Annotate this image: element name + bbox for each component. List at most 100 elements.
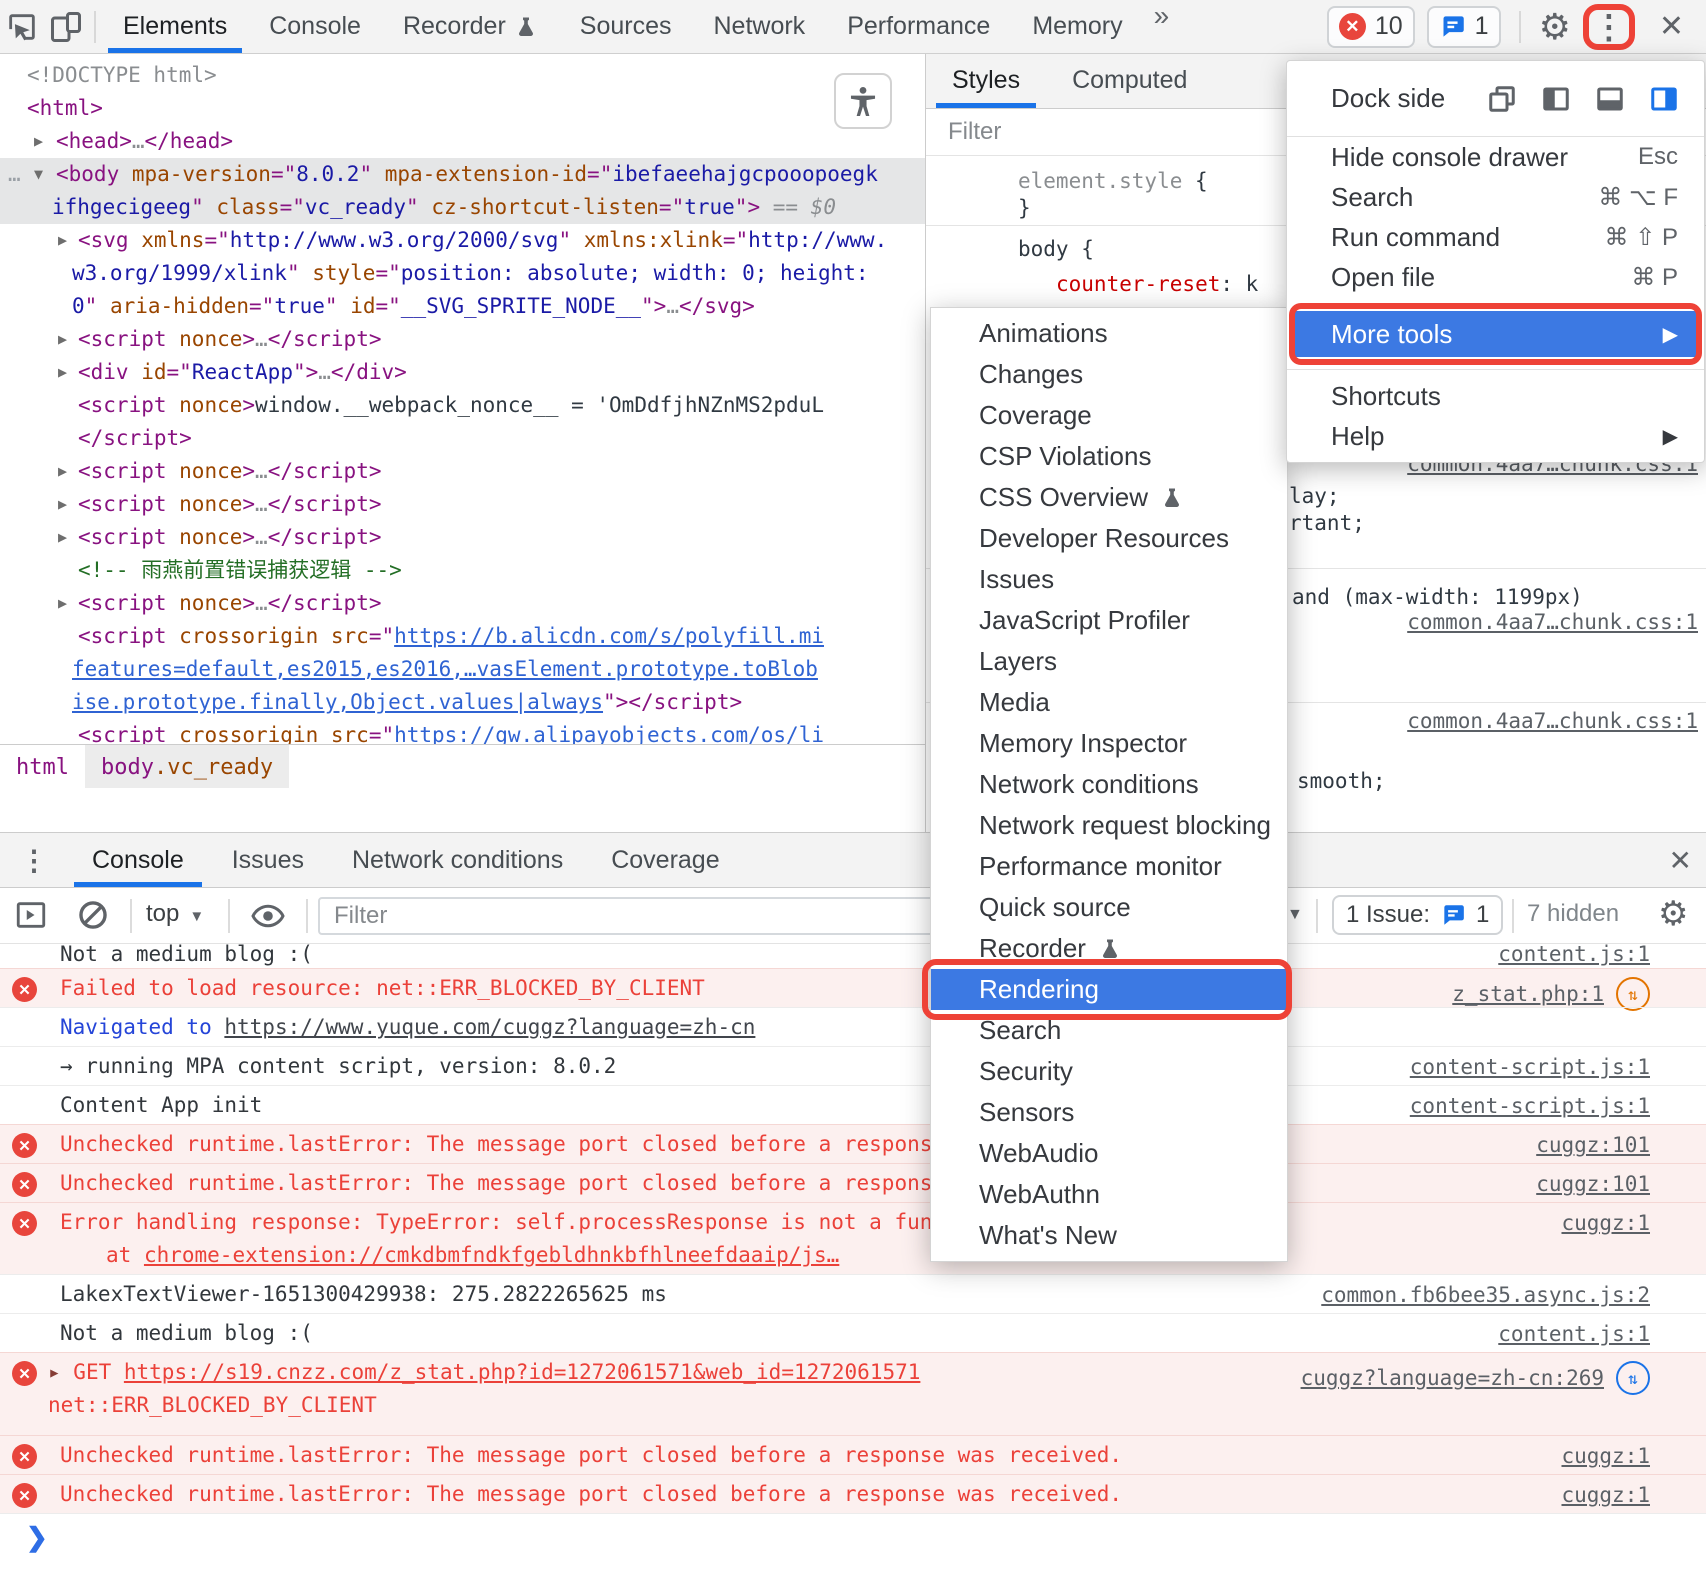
source-link[interactable]: content.js:1: [1498, 942, 1650, 966]
drawer-tab-coverage[interactable]: Coverage: [587, 833, 743, 887]
menu-item-security[interactable]: Security: [931, 1051, 1287, 1092]
settings-gear-icon[interactable]: ⚙: [1539, 9, 1571, 45]
drawer-tab-network-conditions[interactable]: Network conditions: [328, 833, 587, 887]
menu-item-search[interactable]: Search⌘ ⌥ F: [1287, 177, 1704, 217]
live-expression-eye-icon[interactable]: [250, 898, 286, 934]
expand-arrow-icon[interactable]: ▶: [58, 488, 67, 521]
menu-item-shortcuts[interactable]: Shortcuts: [1287, 376, 1704, 416]
request-initiator-icon[interactable]: ⇅: [1616, 1361, 1650, 1395]
dom-tree-node[interactable]: ▶<script nonce>…</script>: [0, 587, 925, 620]
source-link[interactable]: cuggz:1: [1561, 1211, 1650, 1235]
menu-item-what-s-new[interactable]: What's New: [931, 1215, 1287, 1256]
console-prompt[interactable]: ❯: [0, 1513, 1706, 1560]
dock-left-icon[interactable]: [1540, 84, 1572, 114]
dom-tree-node[interactable]: w3.org/1999/xlink" style="position: abso…: [0, 257, 925, 290]
tab-elements[interactable]: Elements: [102, 0, 248, 53]
menu-item-search[interactable]: Search: [931, 1010, 1287, 1051]
issues-count-badge[interactable]: 1: [1427, 6, 1501, 48]
menu-item-layers[interactable]: Layers: [931, 641, 1287, 682]
menu-item-issues[interactable]: Issues: [931, 559, 1287, 600]
request-initiator-icon[interactable]: ⇅: [1616, 977, 1650, 1011]
expand-arrow-icon[interactable]: ▶: [58, 521, 67, 554]
menu-item-javascript-profiler[interactable]: JavaScript Profiler: [931, 600, 1287, 641]
source-link[interactable]: cuggz:1: [1561, 1444, 1650, 1468]
drawer-overflow-icon[interactable]: ⋮: [0, 844, 68, 877]
dom-tree-node[interactable]: 0" aria-hidden="true" id="__SVG_SPRITE_N…: [0, 290, 925, 323]
console-message[interactable]: → running MPA content script, version: 8…: [0, 1046, 1706, 1085]
dom-tree-node[interactable]: </script>: [0, 422, 925, 455]
menu-item-network-request-blocking[interactable]: Network request blocking: [931, 805, 1287, 846]
console-message[interactable]: ✕Error handling response: TypeError: sel…: [0, 1202, 1706, 1274]
expand-arrow-icon[interactable]: ▶: [58, 455, 67, 488]
dom-tree-node[interactable]: ise.prototype.finally,Object.values|alwa…: [0, 686, 925, 719]
dom-tree-node[interactable]: ▶<script nonce>…</script>: [0, 521, 925, 554]
menu-item-open-file[interactable]: Open file⌘ P: [1287, 257, 1704, 297]
log-levels-chevron-icon[interactable]: ▼: [1287, 906, 1303, 924]
stack-frame-link[interactable]: chrome-extension://cmkdbmfndkfgebldhnkbf…: [144, 1243, 839, 1267]
expand-arrow-icon[interactable]: ▶: [58, 323, 67, 356]
styles-filter-input[interactable]: Filter: [926, 118, 1001, 146]
menu-item-media[interactable]: Media: [931, 682, 1287, 723]
menu-item-csp-violations[interactable]: CSP Violations: [931, 436, 1287, 477]
inspect-element-icon[interactable]: [0, 5, 44, 49]
dom-tree-node[interactable]: ▶<script nonce>…</script>: [0, 455, 925, 488]
expand-arrow-icon[interactable]: ▶: [58, 587, 67, 620]
console-message[interactable]: Not a medium blog :(content.js:1: [0, 944, 1706, 968]
tab-styles[interactable]: Styles: [926, 53, 1046, 108]
menu-item-developer-resources[interactable]: Developer Resources: [931, 518, 1287, 559]
console-message[interactable]: ✕Unchecked runtime.lastError: The messag…: [0, 1163, 1706, 1202]
tab-recorder[interactable]: Recorder: [382, 0, 559, 53]
menu-item-memory-inspector[interactable]: Memory Inspector: [931, 723, 1287, 764]
console-sidebar-icon[interactable]: [14, 898, 48, 932]
console-message[interactable]: Navigated to https://www.yuque.com/cuggz…: [0, 1007, 1706, 1046]
menu-item-recorder[interactable]: Recorder: [931, 928, 1287, 969]
dom-tree-node[interactable]: ▶<script nonce>…</script>: [0, 323, 925, 356]
source-link[interactable]: content-script.js:1: [1410, 1094, 1650, 1118]
menu-item-performance-monitor[interactable]: Performance monitor: [931, 846, 1287, 887]
console-message[interactable]: ✕▸ GET https://s19.cnzz.com/z_stat.php?i…: [0, 1352, 1706, 1435]
stylesheet-link[interactable]: common.4aa7…chunk.css:1: [1407, 709, 1698, 733]
tab-performance[interactable]: Performance: [826, 0, 1011, 53]
close-devtools-icon[interactable]: ✕: [1647, 9, 1696, 44]
menu-item-more-tools[interactable]: More tools▶: [1293, 311, 1698, 357]
more-panels-icon[interactable]: »: [1144, 0, 1180, 53]
menu-item-help[interactable]: Help▶: [1287, 416, 1704, 456]
menu-item-coverage[interactable]: Coverage: [931, 395, 1287, 436]
dom-tree-node[interactable]: ▶<div id="ReactApp">…</div>: [0, 356, 925, 389]
menu-item-changes[interactable]: Changes: [931, 354, 1287, 395]
source-link[interactable]: cuggz:101: [1536, 1133, 1650, 1157]
dock-right-icon[interactable]: [1648, 84, 1680, 114]
dock-bottom-icon[interactable]: [1594, 84, 1626, 114]
console-message[interactable]: Not a medium blog :(content.js:1: [0, 1313, 1706, 1352]
hidden-messages-count[interactable]: 7 hidden: [1527, 900, 1619, 928]
expand-arrow-icon[interactable]: ▶: [58, 224, 67, 257]
dom-tree-node[interactable]: ▶<svg xmlns="http://www.w3.org/2000/svg"…: [0, 224, 925, 257]
body-rule-property[interactable]: counter-reset: k: [1056, 272, 1258, 296]
menu-item-rendering[interactable]: Rendering: [931, 969, 1287, 1010]
collapse-arrow-icon[interactable]: ▼: [34, 158, 43, 191]
console-message[interactable]: ✕Failed to load resource: net::ERR_BLOCK…: [0, 968, 1706, 1007]
javascript-context-select[interactable]: top▼: [146, 900, 204, 928]
dom-tree-node[interactable]: ▶<head>…</head>: [0, 125, 925, 158]
accessibility-person-icon[interactable]: [834, 73, 892, 129]
console-message[interactable]: Content App initcontent-script.js:1: [0, 1085, 1706, 1124]
expand-arrow-icon[interactable]: ▶: [58, 356, 67, 389]
source-link[interactable]: cuggz:1: [1561, 1483, 1650, 1507]
expand-triangle-icon[interactable]: ▸: [48, 1360, 73, 1384]
menu-item-webaudio[interactable]: WebAudio: [931, 1133, 1287, 1174]
source-link[interactable]: z_stat.php:1: [1452, 982, 1604, 1006]
dom-tree-node[interactable]: features=default,es2015,es2016,…vasEleme…: [0, 653, 925, 686]
drawer-close-icon[interactable]: ✕: [1669, 833, 1692, 887]
console-settings-gear-icon[interactable]: ⚙: [1658, 894, 1688, 934]
drawer-tab-console[interactable]: Console: [68, 833, 208, 887]
drawer-tab-issues[interactable]: Issues: [208, 833, 328, 887]
issue-counter-badge[interactable]: 1 Issue: 1: [1332, 895, 1503, 935]
error-count-badge[interactable]: ✕ 10: [1327, 6, 1415, 48]
dom-tree-node[interactable]: ifhgecigeeg" class="vc_ready" cz-shortcu…: [0, 191, 925, 224]
body-rule-selector[interactable]: body {: [1018, 237, 1094, 261]
clear-console-icon[interactable]: [76, 898, 110, 932]
source-link[interactable]: cuggz?language=zh-cn:269: [1301, 1366, 1604, 1390]
console-message[interactable]: ✕Unchecked runtime.lastError: The messag…: [0, 1474, 1706, 1513]
menu-item-animations[interactable]: Animations: [931, 313, 1287, 354]
dom-tree-node[interactable]: <html>: [0, 92, 925, 125]
